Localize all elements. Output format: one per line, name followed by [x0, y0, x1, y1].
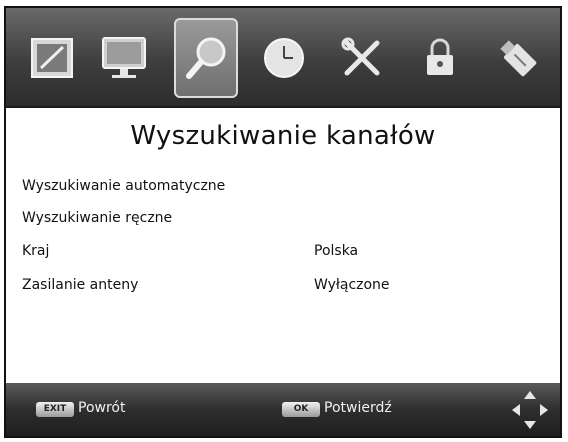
ok-key-badge[interactable]: OK [282, 402, 320, 417]
menu-item-manual-search[interactable]: Wyszukiwanie ręczne [22, 210, 172, 226]
clock-icon[interactable] [252, 18, 316, 98]
tv-menu-window: Wyszukiwanie kanałów Wyszukiwanie automa… [4, 6, 562, 438]
confirm-label: Potwierdź [324, 400, 392, 416]
search-icon[interactable] [174, 18, 238, 98]
picture-icon[interactable] [20, 18, 84, 98]
country-value[interactable]: Polska [314, 243, 358, 259]
monitor-icon[interactable] [92, 18, 156, 98]
footer-bar: EXIT Powrót OK Potwierdź [6, 383, 560, 436]
page-title: Wyszukiwanie kanałów [130, 121, 436, 151]
menu-item-antenna-power[interactable]: Zasilanie anteny [22, 277, 138, 293]
tools-icon[interactable] [330, 18, 394, 98]
menu-item-country[interactable]: Kraj [22, 243, 49, 259]
usb-icon[interactable] [486, 18, 550, 98]
menu-icon-bar [6, 8, 560, 108]
lock-icon[interactable] [408, 18, 472, 98]
channel-search-panel: Wyszukiwanie kanałów Wyszukiwanie automa… [6, 108, 560, 383]
antenna-power-value[interactable]: Wyłączone [314, 277, 390, 293]
back-label: Powrót [78, 400, 126, 416]
menu-item-auto-search[interactable]: Wyszukiwanie automatyczne [22, 178, 225, 194]
exit-key-badge[interactable]: EXIT [36, 402, 74, 417]
navigation-arrows-icon [512, 391, 548, 429]
